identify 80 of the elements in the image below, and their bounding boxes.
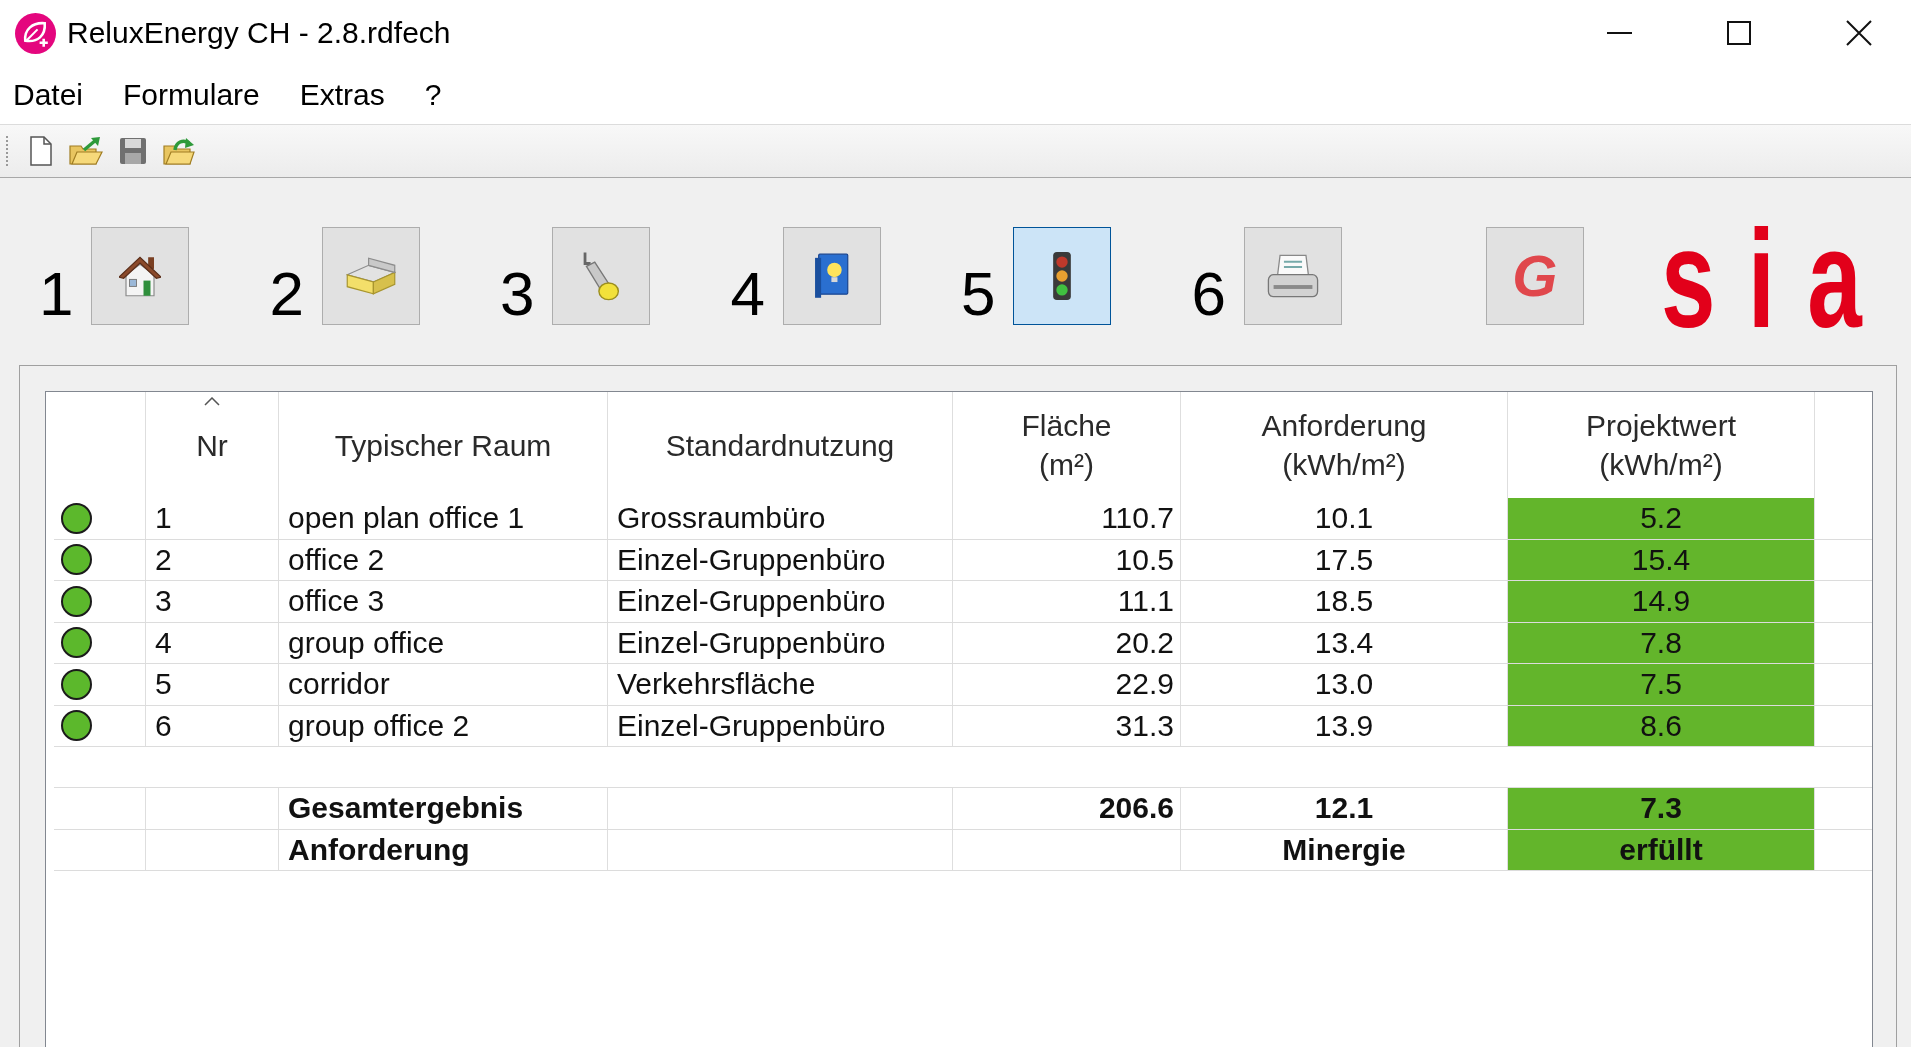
table-cell-text: 110.7 xyxy=(1101,500,1174,537)
table-cell-text: open plan office 1 xyxy=(288,500,525,537)
table-cell: 7.3 xyxy=(1508,788,1814,829)
table-cell-text: 31.3 xyxy=(1115,707,1174,744)
step-number: 5 xyxy=(960,263,996,325)
table-cell-text: group office xyxy=(288,624,445,661)
table-cell-text: 20.2 xyxy=(1115,624,1174,661)
table-cell: 8.6 xyxy=(1508,705,1814,746)
table-cell-text: Einzel-Gruppenbüro xyxy=(617,541,886,578)
table-cell-text: 13.0 xyxy=(1314,666,1374,703)
table-cell-text: corridor xyxy=(288,666,390,703)
column-header[interactable]: Nr xyxy=(196,425,228,465)
folder-arrow-icon[interactable] xyxy=(163,136,195,166)
table-cell-text: Einzel-Gruppenbüro xyxy=(617,707,886,744)
table-cell-text: 17.5 xyxy=(1314,541,1374,578)
table-cell-text: office 2 xyxy=(288,541,385,578)
table-cell-text: Einzel-Gruppenbüro xyxy=(617,583,886,620)
menu-item[interactable]: Extras xyxy=(292,76,392,114)
app-icon xyxy=(15,12,56,54)
window-title: ReluxEnergy CH - 2.8.rdfech xyxy=(67,18,451,48)
table-cell: 14.9 xyxy=(1508,581,1814,622)
column-unit: (kWh/m²) xyxy=(1282,447,1406,483)
table-cell: 7.8 xyxy=(1508,622,1814,663)
table-cell-text: Anforderung xyxy=(288,831,470,868)
table-cell-text: 18.5 xyxy=(1314,583,1374,620)
column-unit: (kWh/m²) xyxy=(1599,447,1723,483)
table-cell-text: Gesamtergebnis xyxy=(288,790,524,827)
column-unit: (m²) xyxy=(1039,447,1094,483)
step-number: 2 xyxy=(269,263,304,325)
book-icon xyxy=(814,253,849,299)
close-icon xyxy=(1846,20,1872,46)
new-document-icon[interactable] xyxy=(29,136,53,166)
table-cell-text: 6 xyxy=(155,707,172,744)
table-cell-text: 11.1 xyxy=(1117,583,1174,620)
column-header[interactable]: Standardnutzung xyxy=(665,425,895,465)
menu-item[interactable]: Datei xyxy=(6,76,91,114)
table-cell-text: 10.1 xyxy=(1314,500,1374,537)
step-number: 3 xyxy=(499,263,535,325)
column-header[interactable]: Fläche xyxy=(1021,406,1112,445)
table-cell-text: 5 xyxy=(155,666,172,703)
table-cell-text: 12.1 xyxy=(1314,790,1374,827)
table-cell-text: 1 xyxy=(155,500,172,537)
folder-arrow-icon[interactable] xyxy=(69,136,103,166)
step-button[interactable] xyxy=(91,227,190,325)
table-cell-text: Minergie xyxy=(1282,831,1406,868)
printer-icon xyxy=(1266,254,1319,298)
table-cell-text: Einzel-Gruppenbüro xyxy=(617,624,886,661)
table-cell: 5.2 xyxy=(1508,498,1814,539)
table-cell-text: 10.5 xyxy=(1115,541,1174,578)
table-cell: 15.4 xyxy=(1508,539,1814,580)
table-cell: 7.5 xyxy=(1508,664,1814,705)
table-cell-text: 206.6 xyxy=(1098,790,1174,827)
column-header[interactable]: Anforderung xyxy=(1261,406,1427,445)
column-header[interactable]: Typischer Raum xyxy=(334,425,552,465)
table-cell-text: 22.9 xyxy=(1115,666,1174,703)
table-cell-text: Grossraumbüro xyxy=(617,500,826,537)
table-cell-text: 2 xyxy=(155,541,172,578)
step-button[interactable] xyxy=(782,227,881,325)
column-header[interactable]: Projektwert xyxy=(1585,406,1736,445)
open-box-icon xyxy=(345,257,396,295)
minimize-icon xyxy=(1606,32,1632,34)
table-cell-text: group office 2 xyxy=(288,707,470,744)
brand-logo: sia xyxy=(1660,223,1894,335)
table-cell-text: office 3 xyxy=(288,583,385,620)
step-number: 1 xyxy=(39,263,74,325)
table-cell-text: 4 xyxy=(155,624,172,661)
menu-item[interactable]: Formulare xyxy=(116,76,267,114)
step-button[interactable] xyxy=(1013,227,1112,325)
menu-item[interactable]: ? xyxy=(417,76,449,114)
table-cell-text: 13.9 xyxy=(1314,707,1374,744)
table-cell-text: 3 xyxy=(155,583,172,620)
house-icon xyxy=(119,255,162,297)
table-cell: erfüllt xyxy=(1508,829,1814,870)
table-cell-text: 13.4 xyxy=(1314,624,1374,661)
traffic-light-icon xyxy=(1053,252,1072,300)
maximize-icon xyxy=(1727,21,1751,45)
step-number: 6 xyxy=(1191,263,1226,325)
step-number: 4 xyxy=(730,263,765,325)
table-cell-text: Verkehrsfläche xyxy=(617,666,816,703)
spotlight-icon xyxy=(582,251,621,301)
